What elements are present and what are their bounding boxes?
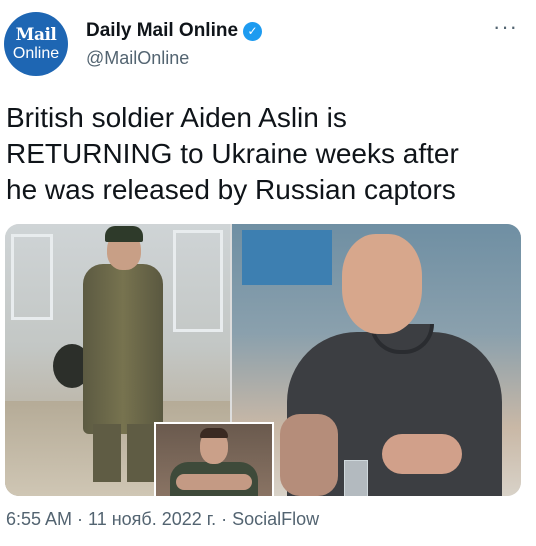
tweet-time[interactable]: 6:55 AM (6, 509, 72, 530)
man-hands (382, 434, 462, 474)
inset-figure-hair (200, 428, 228, 438)
bunk-bed (173, 230, 223, 332)
tweet-media[interactable] (5, 224, 521, 496)
man-head (342, 234, 422, 334)
tweet-date[interactable]: 11 нояб. 2022 г. (88, 509, 216, 530)
avatar-logo-line2: Online (12, 44, 60, 62)
account-name-row: Daily Mail Online ✓ (86, 20, 263, 42)
tweet-text-line: RETURNING to Ukraine weeks after (6, 138, 459, 169)
tattooed-arm (280, 414, 338, 496)
bunk-bed (11, 234, 53, 320)
soldier-figure (83, 264, 163, 434)
man-in-polo-interview-photo[interactable] (232, 224, 521, 496)
tweet-source-link[interactable]: SocialFlow (232, 509, 319, 530)
tweet-metadata: 6:55 AM · 11 нояб. 2022 г. · SocialFlow (6, 509, 319, 530)
inset-portrait-photo[interactable] (154, 422, 274, 496)
avatar-logo-line1: Mail (15, 24, 57, 45)
soldier-hat (105, 226, 143, 242)
account-handle[interactable]: @MailOnline (86, 48, 189, 69)
soldier-legs (93, 424, 155, 482)
inset-figure-arm (176, 474, 252, 490)
separator: · (72, 509, 89, 529)
water-glass (344, 460, 368, 496)
avatar[interactable]: Mail Online (4, 12, 68, 76)
separator: · (216, 509, 233, 529)
tweet-card: Mail Online Daily Mail Online ✓ @MailOnl… (0, 0, 536, 546)
account-name[interactable]: Daily Mail Online (86, 20, 238, 42)
more-options-icon[interactable]: ··· (493, 14, 518, 40)
tweet-text-line: he was released by Russian captors (6, 174, 456, 205)
studio-screen (242, 230, 332, 285)
tweet-text-line: British soldier Aiden Aslin is (6, 102, 347, 133)
verified-badge-icon: ✓ (243, 21, 263, 41)
tweet-text: British soldier Aiden Aslin is RETURNING… (6, 100, 526, 208)
